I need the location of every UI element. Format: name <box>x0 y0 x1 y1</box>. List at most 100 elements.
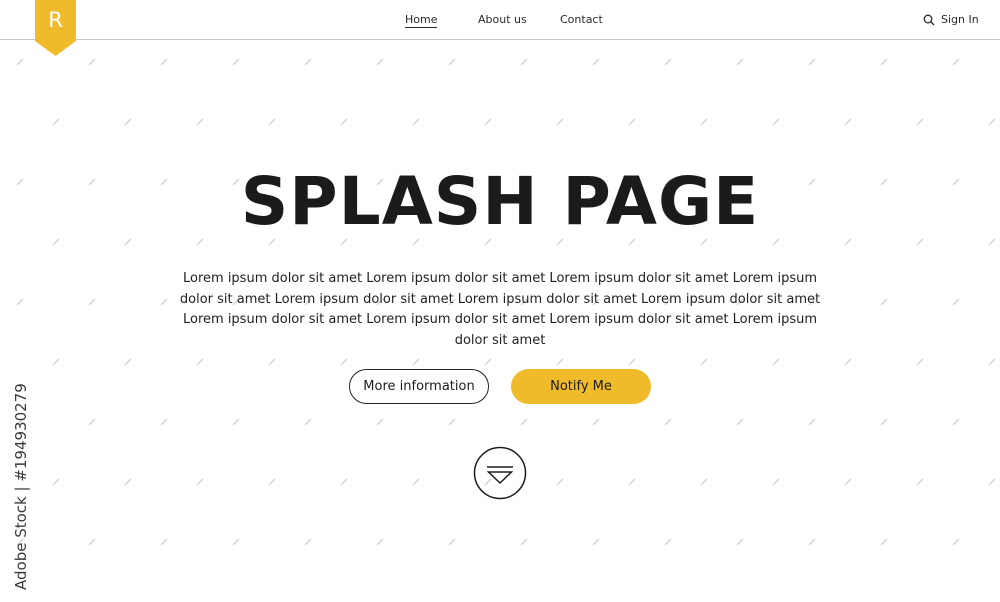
pattern-mark <box>448 58 456 66</box>
pattern-mark <box>376 538 384 546</box>
pattern-mark <box>124 478 132 486</box>
logo-letter: R <box>48 8 63 32</box>
pattern-mark <box>160 538 168 546</box>
search-icon[interactable] <box>923 14 935 26</box>
pattern-mark <box>844 478 852 486</box>
pattern-mark <box>700 358 708 366</box>
pattern-mark <box>304 58 312 66</box>
pattern-mark <box>772 118 780 126</box>
nav-about-us[interactable]: About us <box>478 13 527 26</box>
pattern-mark <box>592 58 600 66</box>
pattern-mark <box>484 118 492 126</box>
pattern-mark <box>736 58 744 66</box>
pattern-mark <box>52 118 60 126</box>
pattern-mark <box>988 478 996 486</box>
pattern-mark <box>556 118 564 126</box>
pattern-mark <box>88 538 96 546</box>
pattern-mark <box>304 418 312 426</box>
pattern-mark <box>124 118 132 126</box>
pattern-mark <box>376 418 384 426</box>
pattern-mark <box>412 118 420 126</box>
pattern-mark <box>952 538 960 546</box>
pattern-mark <box>484 358 492 366</box>
pattern-mark <box>556 478 564 486</box>
pattern-mark <box>736 538 744 546</box>
pattern-mark <box>808 58 816 66</box>
pattern-mark <box>808 418 816 426</box>
pattern-mark <box>232 418 240 426</box>
pattern-mark <box>844 118 852 126</box>
pattern-mark <box>340 358 348 366</box>
header: Home About us Contact Sign In <box>0 0 1000 40</box>
pattern-mark <box>268 358 276 366</box>
sign-in-label: Sign In <box>941 13 979 26</box>
pattern-mark <box>520 418 528 426</box>
pattern-mark <box>664 418 672 426</box>
pattern-mark <box>160 418 168 426</box>
pattern-mark <box>232 538 240 546</box>
pattern-mark <box>664 538 672 546</box>
sign-in-link[interactable]: Sign In <box>923 13 979 26</box>
pattern-mark <box>196 118 204 126</box>
pattern-mark <box>736 418 744 426</box>
pattern-mark <box>952 58 960 66</box>
page-title: SPLASH PAGE <box>240 163 760 240</box>
more-information-button[interactable]: More information <box>349 369 489 404</box>
pattern-mark <box>340 478 348 486</box>
pattern-mark <box>592 538 600 546</box>
pattern-mark <box>628 358 636 366</box>
pattern-mark <box>772 478 780 486</box>
notify-me-button[interactable]: Notify Me <box>511 369 651 404</box>
pattern-mark <box>700 118 708 126</box>
scroll-down-button[interactable] <box>473 446 527 500</box>
main-nav: Home About us Contact <box>0 13 1000 33</box>
pattern-mark <box>412 358 420 366</box>
pattern-mark <box>664 58 672 66</box>
pattern-mark <box>916 358 924 366</box>
pattern-mark <box>808 538 816 546</box>
nav-contact[interactable]: Contact <box>560 13 603 26</box>
hero-description: Lorem ipsum dolor sit amet Lorem ipsum d… <box>179 271 821 348</box>
pattern-mark <box>412 478 420 486</box>
pattern-mark <box>448 418 456 426</box>
pattern-mark <box>88 418 96 426</box>
pattern-mark <box>520 58 528 66</box>
pattern-mark <box>304 538 312 546</box>
pattern-mark <box>88 58 96 66</box>
pattern-mark <box>16 58 24 66</box>
pattern-mark <box>520 538 528 546</box>
pattern-mark <box>556 358 564 366</box>
pattern-mark <box>268 478 276 486</box>
pattern-mark <box>196 478 204 486</box>
pattern-mark <box>448 538 456 546</box>
pattern-mark <box>916 118 924 126</box>
pattern-mark <box>124 358 132 366</box>
logo[interactable]: R <box>35 0 76 56</box>
pattern-mark <box>160 298 168 306</box>
pattern-mark <box>880 58 888 66</box>
pattern-mark <box>952 298 960 306</box>
pattern-mark <box>340 118 348 126</box>
pattern-mark <box>16 298 24 306</box>
pattern-mark <box>160 58 168 66</box>
pattern-mark <box>844 358 852 366</box>
pattern-mark <box>880 418 888 426</box>
pattern-mark <box>52 358 60 366</box>
pattern-mark <box>376 58 384 66</box>
pattern-mark <box>772 358 780 366</box>
pattern-mark <box>628 478 636 486</box>
pattern-mark <box>268 118 276 126</box>
pattern-mark <box>880 538 888 546</box>
nav-home[interactable]: Home <box>405 13 438 28</box>
pattern-mark <box>592 418 600 426</box>
pattern-mark <box>700 478 708 486</box>
pattern-mark <box>916 478 924 486</box>
pattern-mark <box>628 118 636 126</box>
pattern-mark <box>880 298 888 306</box>
pattern-mark <box>88 298 96 306</box>
pattern-mark <box>52 478 60 486</box>
pattern-mark <box>988 118 996 126</box>
stock-watermark: Adobe Stock | #194930279 <box>12 383 30 590</box>
pattern-mark <box>196 358 204 366</box>
pattern-mark <box>952 418 960 426</box>
